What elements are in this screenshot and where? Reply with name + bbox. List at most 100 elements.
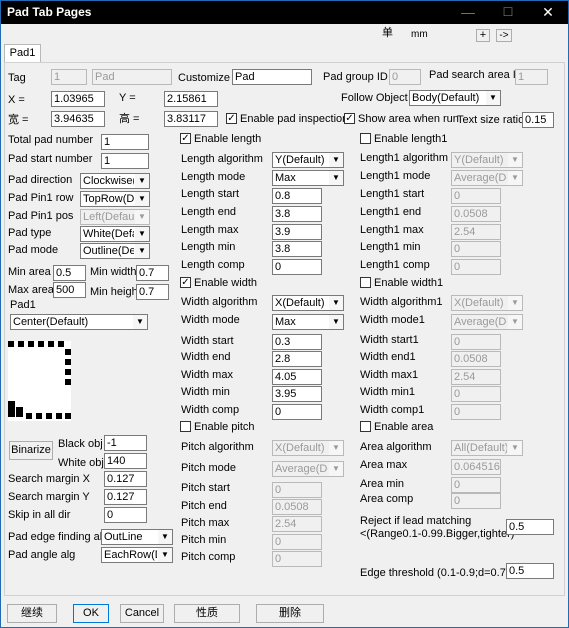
enable-length-checkbox[interactable]: ✓ [180,133,191,144]
ok-button[interactable]: OK [73,604,109,623]
pitch-comp-field[interactable]: 0 [272,551,322,567]
black-obj-field[interactable]: -1 [104,435,147,451]
minimize-icon[interactable]: — [448,1,488,24]
properties-button[interactable]: 性质 [174,604,240,623]
show-area-checkbox[interactable]: ✓ [344,113,355,124]
length1-max-label: Length1 max [360,224,424,236]
search-margin-x-field[interactable]: 0.127 [104,471,147,487]
width-end-field[interactable]: 2.8 [272,351,322,367]
length1-max-field[interactable]: 2.54 [451,224,501,240]
pad-search-area-id-field[interactable]: 1 [515,69,548,85]
length-max-field[interactable]: 3.9 [272,224,322,240]
width-end1-field[interactable]: 0.0508 [451,351,501,367]
area-comp-field[interactable]: 0 [451,493,501,509]
delete-button[interactable]: 删除 [256,604,324,623]
pitch-start-field[interactable]: 0 [272,482,322,498]
tag-name-field[interactable]: Pad [92,69,172,85]
pad-pin1-pos-select[interactable]: Left(Default)▼ [80,209,150,225]
width-min1-label: Width min1 [360,386,416,398]
length1-start-field[interactable]: 0 [451,188,501,204]
zoom-arrow-button[interactable]: -> [496,29,512,42]
pitch-mode-value: Average(Def [275,463,328,475]
length-start-label: Length start [181,188,240,200]
length1-mode-select[interactable]: Average(Def▼ [451,170,523,186]
pad-edge-finding-alg-select[interactable]: OutLine ▼ [101,529,173,545]
x-field[interactable]: 1.03965 [51,91,105,107]
pad-pin1-row-select[interactable]: TopRow(Def▼ [80,191,150,207]
height-eq-field[interactable]: 3.83117 [164,111,218,127]
width-mode1-select[interactable]: Average(Def▼ [451,314,523,330]
max-area-field[interactable]: 500 [53,282,86,298]
width-min-field[interactable]: 3.95 [272,386,322,402]
pad-type-value: White(Defau [83,228,134,240]
pad-direction-select[interactable]: Clockwise(De▼ [80,173,150,189]
continue-button[interactable]: 继续 [7,604,57,623]
tag-id-field[interactable]: 1 [51,69,87,85]
width-max-field[interactable]: 4.05 [272,369,322,385]
pad-group-id-field[interactable]: 0 [389,69,421,85]
width-algorithm-label: Width algorithm [181,296,258,308]
enable-pitch-checkbox[interactable] [180,421,191,432]
area-max-field[interactable]: 0.064516 [451,459,501,475]
width-max1-field[interactable]: 2.54 [451,369,501,385]
min-area-field[interactable]: 0.5 [53,265,86,281]
width-start1-field[interactable]: 0 [451,334,501,350]
enable-width-checkbox[interactable]: ✓ [180,277,191,288]
area-algorithm-select[interactable]: All(Default) ▼ [451,440,523,456]
area-min-field[interactable]: 0 [451,477,501,493]
cancel-button[interactable]: Cancel [120,604,164,623]
text-size-ratio-field[interactable]: 0.15 [522,112,554,128]
enable-length1-checkbox[interactable] [360,133,371,144]
follow-object-select[interactable]: Body(Default) ▼ [409,90,501,106]
min-height-field[interactable]: 0.7 [136,284,169,300]
binarize-button[interactable]: Binarize [9,441,53,460]
pitch-end-field[interactable]: 0.0508 [272,499,322,515]
pitch-algorithm-select[interactable]: X(Default) ▼ [272,440,344,456]
edge-threshold-field[interactable]: 0.5 [506,563,554,579]
length-end-field[interactable]: 3.8 [272,206,322,222]
length1-end-field[interactable]: 0.0508 [451,206,501,222]
white-obj-field[interactable]: 140 [104,453,147,469]
length1-mode-label: Length1 mode [360,170,431,182]
pitch-min-field[interactable]: 0 [272,534,322,550]
enable-pad-inspection-checkbox[interactable]: ✓ [226,113,237,124]
pad-type-select[interactable]: White(Defau▼ [80,226,150,242]
length-start-field[interactable]: 0.8 [272,188,322,204]
reject-lead-matching-field[interactable]: 0.5 [506,519,554,535]
enable-width1-checkbox[interactable] [360,277,371,288]
length-min-field[interactable]: 3.8 [272,241,322,257]
pad-angle-alg-select[interactable]: EachRow(De▼ [101,547,173,563]
width-algorithm1-select[interactable]: X(Default) ▼ [451,295,523,311]
width-eq-field[interactable]: 3.94635 [51,111,105,127]
length-comp-field[interactable]: 0 [272,259,322,275]
length1-algorithm-select[interactable]: Y(Default) ▼ [451,152,523,168]
pad-mode-select[interactable]: Outline(Defa▼ [80,243,150,259]
width-comp-field[interactable]: 0 [272,404,322,420]
enable-area-checkbox[interactable] [360,421,371,432]
width-start-field[interactable]: 0.3 [272,334,322,350]
width-min1-field[interactable]: 0 [451,386,501,402]
pad1-select[interactable]: Center(Default) ▼ [10,314,148,330]
width-comp1-field[interactable]: 0 [451,404,501,420]
length-algorithm-select[interactable]: Y(Default) ▼ [272,152,344,168]
search-margin-y-field[interactable]: 0.127 [104,489,147,505]
tab-pad1[interactable]: Pad1 [4,44,41,63]
min-width-field[interactable]: 0.7 [136,265,169,281]
width-algorithm-select[interactable]: X(Default) ▼ [272,295,344,311]
total-pad-number-field[interactable]: 1 [101,134,149,150]
white-obj-label: White obj [58,457,104,469]
pitch-mode-select[interactable]: Average(Def▼ [272,461,344,477]
skip-in-all-dir-field[interactable]: 0 [104,507,147,523]
pad-preview-image [8,341,71,421]
y-field[interactable]: 2.15861 [164,91,218,107]
width-mode-select[interactable]: Max ▼ [272,314,344,330]
maximize-icon[interactable]: ☐ [488,1,528,24]
zoom-plus-button[interactable]: + [476,29,490,42]
length1-comp-field[interactable]: 0 [451,259,501,275]
customize-field[interactable]: Pad [232,69,312,85]
pitch-max-field[interactable]: 2.54 [272,516,322,532]
length1-min-field[interactable]: 0 [451,241,501,257]
close-icon[interactable]: ✕ [528,1,568,24]
pad-start-number-field[interactable]: 1 [101,153,149,169]
length-mode-select[interactable]: Max ▼ [272,170,344,186]
